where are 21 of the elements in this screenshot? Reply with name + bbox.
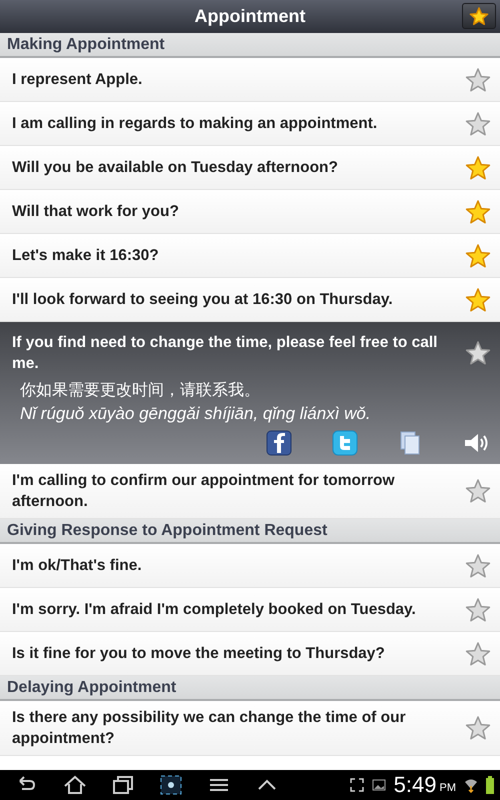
- phrase-text: Let's make it 16:30?: [12, 246, 160, 266]
- phrase-text: I'm ok/That's fine.: [12, 556, 143, 576]
- section-title: Giving Response to Appointment Request: [7, 522, 328, 540]
- pinyin-text: Nǐ rúguǒ xūyào gēnggǎi shíjiān, qǐng liánxì wǒ.: [20, 404, 371, 424]
- phrase-text: I represent Apple.: [12, 70, 144, 90]
- phrase-text: Will you be available on Tuesday afternoon?: [12, 158, 339, 178]
- clock-time: 5:49: [394, 772, 436, 798]
- phrase-text: I'm sorry. I'm afraid I'm completely booked on Tuesday.: [12, 600, 417, 620]
- section-title: Delaying Appointment: [7, 678, 176, 696]
- phrase-text: Will that work for you?: [12, 202, 180, 222]
- translation-text: 你如果需要更改时间，请联系我。: [20, 380, 260, 401]
- phrase-text: I'm calling to confirm our appointment for tomorrow afternoon.: [12, 471, 396, 512]
- section-title: Making Appointment: [7, 36, 165, 54]
- phrase-text: Is it fine for you to move the meeting to Thursday?: [12, 644, 386, 664]
- phrase-row[interactable]: If you find need to change the time, please feel free to call me. 你如果需要更改时间，请联系我。 Nǐ rúguǒ xūyào gēnggǎi shíjiān, qǐng liánxì wǒ.: [0, 322, 500, 464]
- phrase-text: I'll look forward to seeing you at 16:30 on Thursday.: [12, 290, 394, 310]
- window-title: Appointment: [194, 6, 306, 27]
- phrase-text: Is there any possibility we can change the time of our appointment?: [12, 708, 407, 749]
- phrase-text: If you find need to change the time, please feel free to call me.: [12, 333, 438, 374]
- phrase-text: I am calling in regards to making an appointment.: [12, 114, 378, 134]
- clock-period: PM: [440, 782, 456, 794]
